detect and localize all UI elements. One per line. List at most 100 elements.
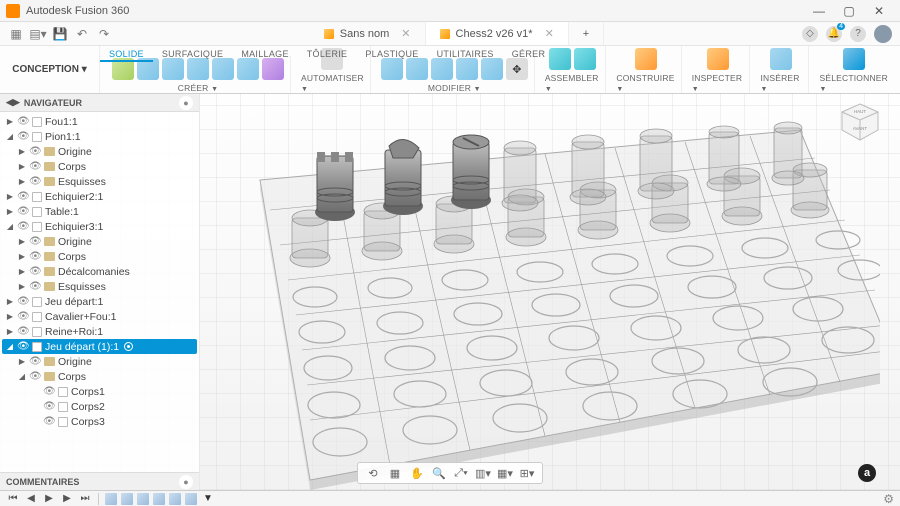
visibility-icon[interactable]: 👁 xyxy=(17,191,29,202)
tree-node[interactable]: ◢👁Pion1:1 xyxy=(2,129,197,144)
view-cube[interactable]: HAUT AVANT xyxy=(838,100,882,144)
group-label[interactable]: MODIFIER ▼ xyxy=(428,83,481,93)
expand-icon[interactable]: ▶ xyxy=(18,237,26,246)
visibility-icon[interactable]: 👁 xyxy=(17,341,29,352)
help-button[interactable]: ? xyxy=(850,26,866,42)
tree-node[interactable]: ◢👁Corps xyxy=(2,369,197,384)
visibility-icon[interactable]: 👁 xyxy=(29,251,41,262)
workspace-switcher[interactable]: CONCEPTION ▾ xyxy=(0,46,100,93)
timeline-feature[interactable] xyxy=(169,493,181,505)
tree-node[interactable]: ▶👁Cavalier+Fou:1 xyxy=(2,309,197,324)
document-tab[interactable]: Chess2 v26 v1* ✕ xyxy=(426,22,569,45)
browser-options-icon[interactable]: ● xyxy=(179,96,193,110)
zoom-button[interactable]: 🔍 xyxy=(430,464,448,482)
notifications-button[interactable]: 🔔4 xyxy=(826,26,842,42)
tree-node[interactable]: ▶👁Jeu départ:1 xyxy=(2,294,197,309)
user-avatar[interactable] xyxy=(874,25,892,43)
expand-icon[interactable]: ▶ xyxy=(6,192,14,201)
tree-node[interactable]: ▶👁Table:1 xyxy=(2,204,197,219)
tree-node[interactable]: ▶👁Fou1:1 xyxy=(2,114,197,129)
ribbon-tab-manage[interactable]: GÉRER xyxy=(503,46,555,62)
visibility-icon[interactable]: 👁 xyxy=(29,176,41,187)
expand-icon[interactable]: ▶ xyxy=(18,282,26,291)
expand-icon[interactable]: ▶ xyxy=(6,297,14,306)
ribbon-tab-plastic[interactable]: PLASTIQUE xyxy=(356,46,427,62)
visibility-icon[interactable]: 👁 xyxy=(29,146,41,157)
timeline-feature[interactable] xyxy=(185,493,197,505)
visibility-icon[interactable]: 👁 xyxy=(43,401,55,412)
visibility-icon[interactable]: 👁 xyxy=(29,356,41,367)
timeline-settings-icon[interactable]: ⚙ xyxy=(883,492,894,506)
select-icon[interactable] xyxy=(843,48,865,70)
tree-node[interactable]: ▶👁Corps xyxy=(2,159,197,174)
expand-icon[interactable]: ▶ xyxy=(6,117,14,126)
group-label[interactable]: AUTOMATISER ▼ xyxy=(301,73,364,93)
expand-icon[interactable]: ▶ xyxy=(18,147,26,156)
collapse-icon[interactable]: ◀▶ xyxy=(6,97,20,108)
active-component-icon[interactable] xyxy=(124,342,133,351)
timeline-play-button[interactable]: ▶ xyxy=(42,492,56,506)
expand-icon[interactable]: ▶ xyxy=(18,252,26,261)
expand-icon[interactable]: ◢ xyxy=(6,222,14,231)
browser-tree[interactable]: ▶👁Fou1:1◢👁Pion1:1▶👁Origine▶👁Corps▶👁Esqui… xyxy=(0,112,199,472)
ribbon-tab-surface[interactable]: SURFACIQUE xyxy=(153,46,233,62)
ribbon-tab-solid[interactable]: SOLIDE xyxy=(100,46,153,62)
undo-button[interactable]: ↶ xyxy=(74,26,90,42)
tree-node[interactable]: ▶👁Corps xyxy=(2,249,197,264)
browser-header[interactable]: ◀▶ NAVIGATEUR ● xyxy=(0,94,199,112)
measure-icon[interactable] xyxy=(707,48,729,70)
ribbon-tab-utilities[interactable]: UTILITAIRES xyxy=(428,46,503,62)
visibility-icon[interactable]: 👁 xyxy=(43,386,55,397)
tree-node[interactable]: 👁Corps3 xyxy=(2,414,197,429)
timeline-prev-button[interactable]: ◀ xyxy=(24,492,38,506)
tree-node[interactable]: ▶👁Esquisses xyxy=(2,174,197,189)
timeline-feature[interactable] xyxy=(105,493,117,505)
visibility-icon[interactable]: 👁 xyxy=(17,116,29,127)
fit-button[interactable]: ⤢▾ xyxy=(452,464,470,482)
save-button[interactable]: 💾 xyxy=(52,26,68,42)
comments-options-icon[interactable]: ● xyxy=(179,475,193,489)
visibility-icon[interactable]: 👁 xyxy=(29,281,41,292)
tree-node[interactable]: ▶👁Origine xyxy=(2,354,197,369)
visibility-icon[interactable]: 👁 xyxy=(29,371,41,382)
look-button[interactable]: ▦ xyxy=(386,464,404,482)
tree-node[interactable]: 👁Corps1 xyxy=(2,384,197,399)
tree-node[interactable]: ▶👁Origine xyxy=(2,144,197,159)
insert-icon[interactable] xyxy=(770,48,792,70)
visibility-icon[interactable]: 👁 xyxy=(17,131,29,142)
expand-icon[interactable]: ▶ xyxy=(18,162,26,171)
ribbon-tab-mesh[interactable]: MAILLAGE xyxy=(232,46,297,62)
tree-node[interactable]: ▶👁Esquisses xyxy=(2,279,197,294)
visibility-icon[interactable]: 👁 xyxy=(17,326,29,337)
plane-icon[interactable] xyxy=(635,48,657,70)
expand-icon[interactable]: ▶ xyxy=(6,312,14,321)
timeline-end-button[interactable]: ⏭ xyxy=(78,492,92,506)
tree-node[interactable]: ◢👁Echiquier3:1 xyxy=(2,219,197,234)
tree-node[interactable]: 👁Corps2 xyxy=(2,399,197,414)
timeline-feature[interactable] xyxy=(121,493,133,505)
data-panel-button[interactable]: ▦ xyxy=(8,26,24,42)
file-menu-button[interactable]: ▤▾ xyxy=(30,26,46,42)
ribbon-tab-sheetmetal[interactable]: TÔLERIE xyxy=(298,46,357,62)
visibility-icon[interactable]: 👁 xyxy=(29,161,41,172)
group-label[interactable]: CONSTRUIRE ▼ xyxy=(616,73,674,93)
visibility-icon[interactable]: 👁 xyxy=(17,221,29,232)
orbit-button[interactable]: ⟲ xyxy=(364,464,382,482)
group-label[interactable]: CRÉER ▼ xyxy=(178,83,218,93)
expand-icon[interactable]: ▶ xyxy=(18,177,26,186)
extensions-button[interactable]: ◇ xyxy=(802,26,818,42)
timeline-feature[interactable] xyxy=(137,493,149,505)
minimize-button[interactable]: — xyxy=(804,1,834,21)
expand-icon[interactable]: ◢ xyxy=(6,342,14,351)
expand-icon[interactable]: ▶ xyxy=(18,267,26,276)
visibility-icon[interactable]: 👁 xyxy=(17,311,29,322)
group-label[interactable]: ASSEMBLER ▼ xyxy=(545,73,600,93)
pan-button[interactable]: ✋ xyxy=(408,464,426,482)
display-button[interactable]: ▥▾ xyxy=(474,464,492,482)
visibility-icon[interactable]: 👁 xyxy=(29,266,41,277)
document-tab[interactable]: Sans nom ✕ xyxy=(310,22,426,45)
expand-icon[interactable]: ▶ xyxy=(18,357,26,366)
tree-node[interactable]: ▶👁Echiquier2:1 xyxy=(2,189,197,204)
timeline-next-button[interactable]: ▶ xyxy=(60,492,74,506)
comments-header[interactable]: COMMENTAIRES ● xyxy=(0,472,199,490)
